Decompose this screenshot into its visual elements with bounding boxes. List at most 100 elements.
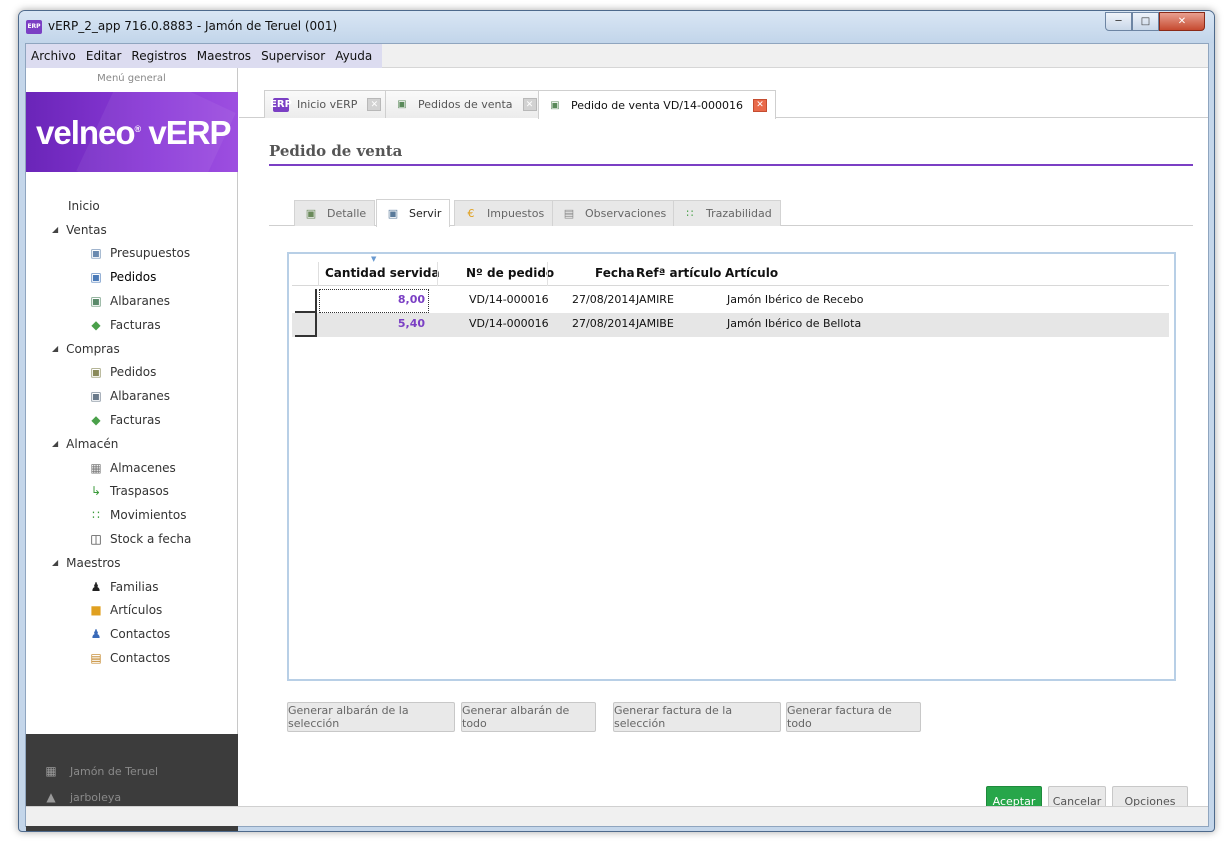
- close-window-button[interactable]: ✕: [1159, 12, 1205, 31]
- company-building-icon: ▦: [45, 764, 57, 778]
- generate-delivery-all-button[interactable]: Generar albarán de todo: [461, 702, 596, 732]
- nav-item-pedidos-compra[interactable]: ▣ Pedidos: [26, 361, 238, 385]
- menu-maestros[interactable]: Maestros: [192, 49, 256, 63]
- nav-group-compras[interactable]: ◢ Compras: [26, 337, 238, 361]
- cell-pedido[interactable]: VD/14-000016: [469, 317, 549, 330]
- sidebar: Menú general velneo® vERP Inicio ◢ Ventas…: [26, 68, 238, 831]
- nav-item-facturas-compra[interactable]: ◆ Facturas: [26, 408, 238, 432]
- nav-item-contactos-2[interactable]: ▤ Contactos: [26, 646, 238, 670]
- cell-cantidad[interactable]: 8,00: [319, 293, 425, 306]
- nav-item-familias[interactable]: ♟ Familias: [26, 575, 238, 599]
- col-fecha[interactable]: Fecha: [595, 266, 635, 280]
- col-ref-articulo[interactable]: Refª artículo: [636, 266, 721, 280]
- maximize-button[interactable]: □: [1132, 12, 1159, 31]
- table-row[interactable]: 5,40 VD/14-000016 27/08/2014 JAMIBE Jamó…: [292, 313, 1169, 337]
- tab-pedidos-venta[interactable]: ▣ Pedidos de venta ✕: [385, 90, 546, 118]
- traceability-icon: ∷: [686, 207, 694, 220]
- sidebar-title: Menú general: [97, 73, 166, 84]
- user-icon: ▲: [46, 790, 56, 804]
- serve-icon: ▣: [387, 207, 399, 220]
- nav-item-presupuestos[interactable]: ▣ Presupuestos: [26, 242, 238, 266]
- main-panel: ERP Inicio vERP ✕ ▣ Pedidos de venta ✕ ▣…: [239, 68, 1208, 817]
- nav-item-movimientos[interactable]: ∷ Movimientos: [26, 503, 238, 527]
- close-tab-icon[interactable]: ✕: [522, 98, 537, 111]
- tab-pedido-venta-vd14[interactable]: ▣ Pedido de venta VD/14-000016 ✕: [538, 90, 776, 119]
- cell-articulo[interactable]: Jamón Ibérico de Bellota: [727, 317, 861, 330]
- expand-triangle-icon[interactable]: ◢: [52, 439, 58, 448]
- row-selector[interactable]: [295, 313, 317, 337]
- tab-servir[interactable]: ▣ Servir: [376, 199, 451, 227]
- nav-item-albaranes-compra[interactable]: ▣ Albaranes: [26, 384, 238, 408]
- families-icon: ♟: [90, 579, 102, 594]
- warehouse-icon: ▦: [90, 460, 102, 475]
- cell-fecha[interactable]: 27/08/2014: [572, 293, 635, 306]
- app-icon: ERP: [26, 20, 42, 34]
- generate-delivery-selection-button[interactable]: Generar albarán de la selección: [287, 702, 455, 732]
- col-articulo[interactable]: Artículo: [725, 266, 778, 280]
- nav-item-articulos[interactable]: ■ Artículos: [26, 599, 238, 623]
- app-window: ERP vERP_2_app 716.0.8883 - Jamón de Ter…: [18, 10, 1215, 832]
- window-title: vERP_2_app 716.0.8883 - Jamón de Teruel …: [48, 19, 338, 33]
- nav-item-facturas-venta[interactable]: ◆ Facturas: [26, 313, 238, 337]
- invoice-icon: ◆: [91, 317, 101, 332]
- brand-banner: velneo® vERP: [26, 92, 238, 172]
- expand-triangle-icon[interactable]: ◢: [52, 225, 58, 234]
- velneo-logo: velneo® vERP: [36, 114, 232, 151]
- row-selector-header[interactable]: [295, 262, 319, 286]
- generate-invoice-all-button[interactable]: Generar factura de todo: [786, 702, 921, 732]
- tab-detalle[interactable]: ▣ Detalle: [294, 200, 376, 226]
- delivery-note-icon: ▣: [90, 294, 102, 309]
- cell-ref[interactable]: JAMIRE: [636, 293, 674, 306]
- nav-item-traspasos[interactable]: ↳ Traspasos: [26, 480, 238, 504]
- menu-editar[interactable]: Editar: [81, 49, 127, 63]
- menu-ayuda[interactable]: Ayuda: [330, 49, 377, 63]
- window-controls: ─ □ ✕: [1105, 12, 1205, 31]
- tab-inicio-verp[interactable]: ERP Inicio vERP ✕: [264, 90, 391, 118]
- cell-pedido[interactable]: VD/14-000016: [469, 293, 549, 306]
- nav-group-maestros[interactable]: ◢ Maestros: [26, 551, 238, 575]
- tab-observaciones[interactable]: ▤ Observaciones: [552, 200, 676, 226]
- nav-item-stock-fecha[interactable]: ◫ Stock a fecha: [26, 527, 238, 551]
- expand-triangle-icon[interactable]: ◢: [52, 558, 58, 567]
- generate-invoice-selection-button[interactable]: Generar factura de la selección: [613, 702, 781, 732]
- cell-fecha[interactable]: 27/08/2014: [572, 317, 635, 330]
- nav-item-albaranes-venta[interactable]: ▣ Albaranes: [26, 289, 238, 313]
- grid-header: ▼ Cantidad servida Nº de pedido Fecha Re…: [292, 255, 1169, 286]
- page-title: Pedido de venta: [269, 142, 403, 160]
- menu-registros[interactable]: Registros: [126, 49, 191, 63]
- articles-icon: ■: [90, 603, 102, 618]
- detail-icon: ▣: [305, 207, 317, 220]
- expand-triangle-icon[interactable]: ◢: [52, 344, 58, 353]
- close-tab-icon[interactable]: ✕: [752, 98, 767, 112]
- menu-archivo[interactable]: Archivo: [26, 49, 81, 63]
- nav-item-almacenes[interactable]: ▦ Almacenes: [26, 456, 238, 480]
- row-selector[interactable]: [295, 289, 317, 313]
- erp-icon: ERP: [270, 97, 292, 112]
- cell-ref[interactable]: JAMIBE: [636, 317, 674, 330]
- company-row: ▦ Jamón de Teruel: [45, 764, 159, 778]
- col-numero-pedido[interactable]: Nº de pedido: [466, 266, 554, 280]
- purchase-order-icon: ▣: [90, 365, 102, 380]
- nav-tree: Inicio ◢ Ventas ▣ Presupuestos ▣ Pedidos ▣ A…: [26, 194, 238, 670]
- col-cantidad-servida[interactable]: Cantidad servida: [325, 266, 440, 280]
- menu-supervisor[interactable]: Supervisor: [256, 49, 330, 63]
- form-tabs: ▣ Detalle ▣ Servir € Impuestos ▤ Observacion…: [269, 198, 1193, 227]
- nav-item-pedidos-venta[interactable]: ▣ Pedidos: [26, 265, 238, 289]
- tab-impuestos[interactable]: € Impuestos: [454, 200, 554, 226]
- tab-trazabilidad[interactable]: ∷ Trazabilidad: [673, 200, 781, 226]
- serve-lines-grid[interactable]: ▼ Cantidad servida Nº de pedido Fecha Re…: [287, 252, 1176, 681]
- nav-inicio[interactable]: Inicio: [26, 194, 238, 218]
- nav-item-contactos[interactable]: ♟ Contactos: [26, 622, 238, 646]
- nav-group-almacen[interactable]: ◢ Almacén: [26, 432, 238, 456]
- table-row[interactable]: 8,00 VD/14-000016 27/08/2014 JAMIRE Jamó…: [292, 289, 1169, 313]
- user-row: ▲ jarboleya: [44, 790, 121, 804]
- stock-date-icon: ◫: [90, 532, 102, 547]
- nav-group-ventas[interactable]: ◢ Ventas: [26, 218, 238, 242]
- cell-articulo[interactable]: Jamón Ibérico de Recebo: [727, 293, 863, 306]
- cell-cantidad[interactable]: 5,40: [319, 317, 425, 330]
- close-tab-icon[interactable]: ✕: [367, 98, 382, 111]
- minimize-button[interactable]: ─: [1105, 12, 1132, 31]
- title-bar[interactable]: ERP vERP_2_app 716.0.8883 - Jamón de Ter…: [19, 11, 1214, 43]
- order-icon: ▣: [397, 99, 407, 110]
- order-icon: ▣: [90, 270, 102, 285]
